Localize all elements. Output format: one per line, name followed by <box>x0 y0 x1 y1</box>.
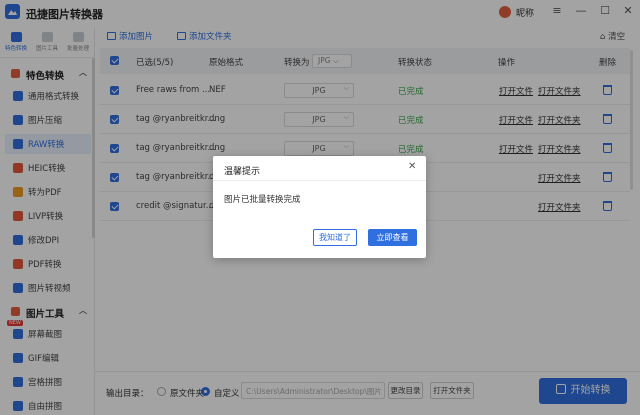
dialog-title: 温馨提示 <box>224 167 261 177</box>
view-now-button[interactable]: 立即查看 <box>368 229 417 246</box>
completion-dialog: 温馨提示 ✕ 图片已批量转换完成 我知道了 立即查看 <box>213 156 426 258</box>
close-icon[interactable]: ✕ <box>408 161 416 172</box>
acknowledge-button[interactable]: 我知道了 <box>313 229 357 246</box>
dialog-divider <box>213 180 426 181</box>
dialog-message: 图片已批量转换完成 <box>224 195 301 205</box>
